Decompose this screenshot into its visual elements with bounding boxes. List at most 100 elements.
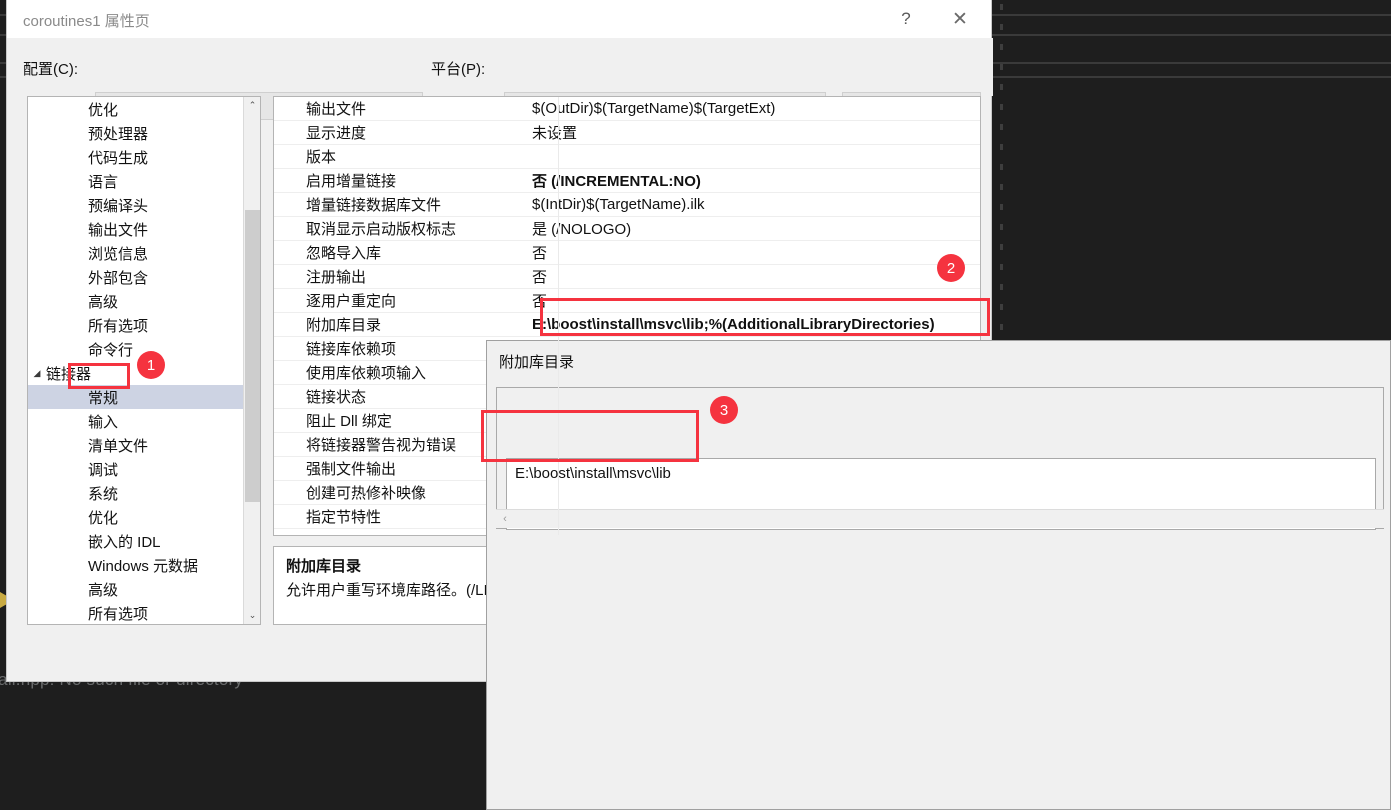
- tree-item-16[interactable]: 系统: [28, 481, 244, 505]
- tree-item-15[interactable]: 调试: [28, 457, 244, 481]
- annotation-badge-1: 1: [137, 351, 165, 379]
- tree-item-label: 输出文件: [88, 221, 149, 239]
- property-name: 输出文件: [306, 101, 367, 118]
- property-value[interactable]: 未设置: [526, 122, 980, 143]
- property-value[interactable]: 否: [526, 242, 980, 263]
- property-value[interactable]: 否: [526, 290, 980, 311]
- configuration-label: 配置(C):: [23, 61, 78, 78]
- property-row[interactable]: 附加库目录 E:\boost\install\msvc\lib;%(Additio…: [274, 313, 980, 337]
- tree-item-3[interactable]: 语言: [28, 169, 244, 193]
- tree-item-label: 优化: [88, 509, 119, 527]
- property-row[interactable]: 显示进度 未设置: [274, 121, 980, 145]
- property-name: 注册输出: [306, 269, 367, 286]
- tree-item-4[interactable]: 预编译头: [28, 193, 244, 217]
- tree-item-label: 高级: [88, 293, 119, 311]
- editor-indent-dot: [1000, 44, 1003, 50]
- annotation-badge-3: 3: [710, 396, 738, 424]
- tree-item-10[interactable]: 命令行: [28, 337, 244, 361]
- property-value[interactable]: $(OutDir)$(TargetName)$(TargetExt): [526, 100, 980, 117]
- tree-item-2[interactable]: 代码生成: [28, 145, 244, 169]
- property-name: 附加库目录: [306, 317, 382, 334]
- editor-indent-dot: [1000, 24, 1003, 30]
- tree-item-label: 预编译头: [88, 197, 149, 215]
- tree-item-6[interactable]: 浏览信息: [28, 241, 244, 265]
- property-name: 启用增量链接: [306, 173, 397, 190]
- scroll-left-arrow-icon[interactable]: ‹: [496, 513, 514, 525]
- scroll-down-arrow-icon[interactable]: ⌄: [244, 607, 260, 624]
- property-name: 取消显示启动版权标志: [306, 221, 457, 238]
- tree-item-label: 命令行: [88, 341, 134, 359]
- tree-item-label: 清单文件: [88, 437, 149, 455]
- tree-item-label: 输入: [88, 413, 119, 431]
- editor-indent-dot: [1000, 4, 1003, 10]
- property-row[interactable]: 注册输出 否: [274, 265, 980, 289]
- tree-item-19[interactable]: Windows 元数据: [28, 553, 244, 577]
- property-name: 增量链接数据库文件: [306, 197, 442, 214]
- editor-indent-dot: [1000, 304, 1003, 310]
- tree-item-9[interactable]: 所有选项: [28, 313, 244, 337]
- property-value[interactable]: 否: [526, 266, 980, 287]
- editor-indent-dot: [1000, 164, 1003, 170]
- property-row[interactable]: 逐用户重定向 否: [274, 289, 980, 313]
- tree-item-17[interactable]: 优化: [28, 505, 244, 529]
- tree-scrollbar-thumb[interactable]: [245, 210, 260, 502]
- property-value[interactable]: 是 (/NOLOGO): [526, 218, 980, 239]
- editor-indent-dot: [1000, 224, 1003, 230]
- dialog-titlebar: coroutines1 属性页 ? ✕: [7, 0, 991, 38]
- editor-indent-dot: [1000, 64, 1003, 70]
- tree-item-label: 预处理器: [88, 125, 149, 143]
- property-value[interactable]: $(IntDir)$(TargetName).ilk: [526, 196, 980, 213]
- tree-item-label: 优化: [88, 101, 119, 119]
- tree-item-13[interactable]: 输入: [28, 409, 244, 433]
- tree-item-5[interactable]: 输出文件: [28, 217, 244, 241]
- help-icon[interactable]: ?: [883, 0, 929, 38]
- property-row[interactable]: 取消显示启动版权标志 是 (/NOLOGO): [274, 217, 980, 241]
- property-name: 忽略导入库: [306, 245, 382, 262]
- tree-item-8[interactable]: 高级: [28, 289, 244, 313]
- editor-indent-dot: [1000, 284, 1003, 290]
- property-value[interactable]: E:\boost\install\msvc\lib;%(AdditionalLi…: [526, 316, 980, 333]
- scroll-up-arrow-icon[interactable]: ⌃: [244, 97, 260, 114]
- tree-item-label: 所有选项: [88, 605, 149, 623]
- close-icon[interactable]: ✕: [937, 0, 983, 38]
- property-row[interactable]: 增量链接数据库文件 $(IntDir)$(TargetName).ilk: [274, 193, 980, 217]
- description-title: 附加库目录: [286, 558, 362, 575]
- tree-item-label: 外部包含: [88, 269, 149, 287]
- additional-library-directories-dialog: 附加库目录 E:\boost\install\msvc\lib ‹ 计算的值: …: [486, 340, 1391, 810]
- tree-item-7[interactable]: 外部包含: [28, 265, 244, 289]
- editor-indent-dot: [1000, 144, 1003, 150]
- property-row[interactable]: 版本: [274, 145, 980, 169]
- property-row[interactable]: 输出文件 $(OutDir)$(TargetName)$(TargetExt): [274, 97, 980, 121]
- tree-item-label: 常规: [88, 389, 119, 407]
- editor-indent-dot: [1000, 124, 1003, 130]
- directories-listbox[interactable]: E:\boost\install\msvc\lib: [496, 387, 1384, 530]
- sub-dialog-title: 附加库目录: [499, 354, 575, 371]
- listbox-horizontal-scrollbar[interactable]: ‹: [496, 509, 1384, 528]
- settings-tree-list: 优化 预处理器 代码生成 语言 预编译头 输出文件 浏览信息 外部包含 高级 所有选项 命令行 ◢ 链接…: [28, 97, 244, 624]
- tree-item-label: 嵌入的 IDL: [88, 533, 161, 551]
- tree-item-11[interactable]: ◢ 链接器: [28, 361, 244, 385]
- tree-item-12[interactable]: 常规: [28, 385, 244, 409]
- tree-item-21[interactable]: 所有选项: [28, 601, 244, 624]
- editor-indent-dot: [1000, 184, 1003, 190]
- configuration-row: 配置(C): Release ⌄ 平台(P): x64 ⌄ 配置管理器(O)..…: [7, 38, 993, 120]
- tree-vertical-scrollbar[interactable]: ⌃ ⌄: [243, 97, 260, 624]
- property-value[interactable]: 否 (/INCREMENTAL:NO): [526, 170, 980, 191]
- editor-indent-dot: [1000, 264, 1003, 270]
- tree-item-label: 代码生成: [88, 149, 149, 167]
- tree-item-label: 高级: [88, 581, 119, 599]
- property-row[interactable]: 忽略导入库 否: [274, 241, 980, 265]
- tree-item-1[interactable]: 预处理器: [28, 121, 244, 145]
- tree-item-0[interactable]: 优化: [28, 97, 244, 121]
- tree-item-20[interactable]: 高级: [28, 577, 244, 601]
- platform-label: 平台(P):: [431, 61, 486, 78]
- tree-item-label: 链接器: [46, 365, 92, 383]
- tree-item-14[interactable]: 清单文件: [28, 433, 244, 457]
- tree-item-label: 语言: [88, 173, 119, 191]
- editor-indent-dot: [1000, 204, 1003, 210]
- expanded-twisty-icon[interactable]: ◢: [28, 368, 46, 379]
- property-row[interactable]: 启用增量链接 否 (/INCREMENTAL:NO): [274, 169, 980, 193]
- editor-indent-dot: [1000, 104, 1003, 110]
- property-name: 逐用户重定向: [306, 293, 397, 310]
- tree-item-18[interactable]: 嵌入的 IDL: [28, 529, 244, 553]
